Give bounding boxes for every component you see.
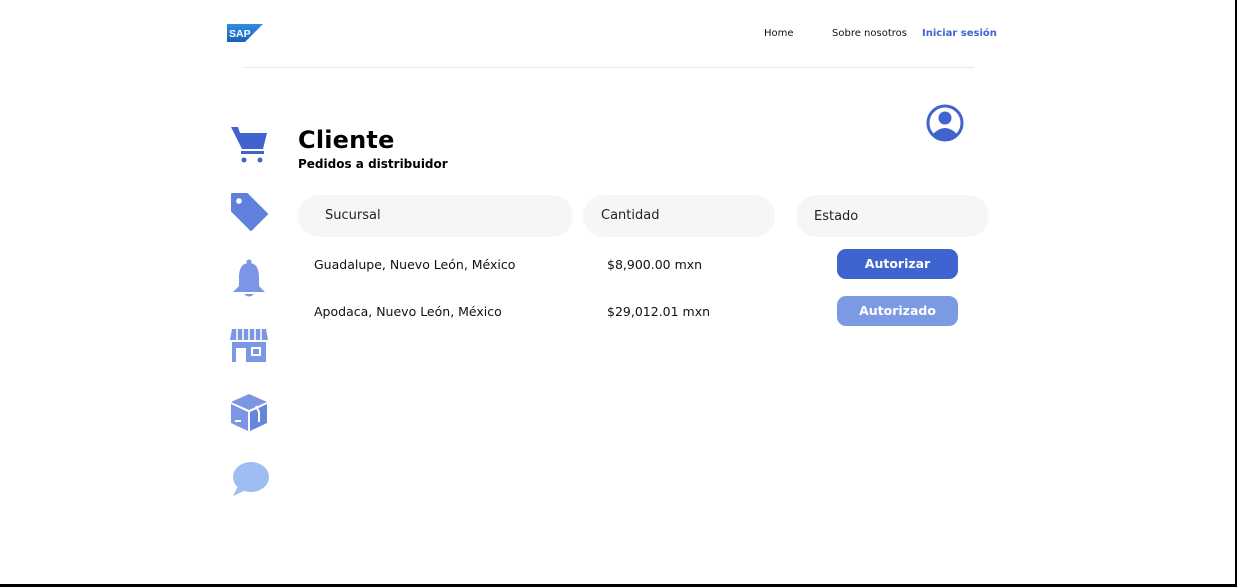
authorized-status-button[interactable]: Autorizado <box>837 296 958 326</box>
row-cantidad: $8,900.00 mxn <box>607 257 703 272</box>
nav-login-link[interactable]: Iniciar sesión <box>922 28 997 39</box>
bell-icon[interactable] <box>229 258 269 298</box>
page-title: Cliente <box>298 126 395 154</box>
box-icon[interactable] <box>229 392 269 432</box>
column-header-estado: Estado <box>796 195 989 237</box>
page-subtitle: Pedidos a distribuidor <box>298 157 448 171</box>
nav-home-link[interactable]: Home <box>764 28 794 39</box>
chat-icon[interactable] <box>229 460 269 500</box>
user-avatar-icon[interactable] <box>925 103 965 143</box>
column-header-cantidad: Cantidad <box>583 195 775 237</box>
row-cantidad: $29,012.01 mxn <box>607 304 711 319</box>
header-divider <box>243 67 974 68</box>
row-sucursal: Apodaca, Nuevo León, México <box>314 304 502 319</box>
top-nav: Home Sobre nosotros Iniciar sesión <box>0 28 1235 42</box>
column-header-sucursal: Sucursal <box>298 195 573 237</box>
cart-icon[interactable] <box>229 124 269 164</box>
authorize-button[interactable]: Autorizar <box>837 249 958 279</box>
tag-icon[interactable] <box>229 192 269 232</box>
nav-about-link[interactable]: Sobre nosotros <box>832 28 907 39</box>
page: SAP Home Sobre nosotros Iniciar sesión C… <box>0 0 1237 587</box>
store-icon[interactable] <box>229 326 269 366</box>
row-sucursal: Guadalupe, Nuevo León, México <box>314 257 516 272</box>
